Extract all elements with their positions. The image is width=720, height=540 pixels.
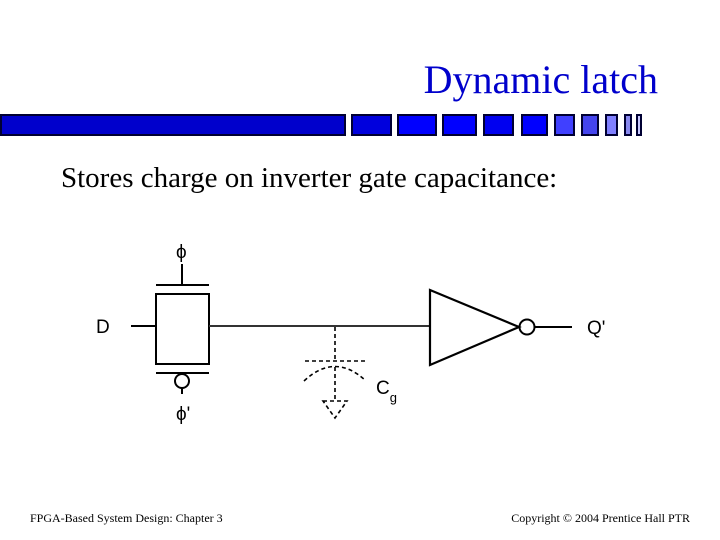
inversion-bubble-icon — [174, 373, 190, 389]
cap-label-main: C — [376, 378, 390, 399]
input-label-d: D — [96, 317, 110, 338]
cap-label-subscript: g — [390, 390, 397, 405]
inverter — [428, 288, 572, 367]
dynamic-latch-schematic: D ϕ ϕ' Cg Q' — [96, 242, 605, 425]
transmission-gate — [155, 264, 210, 394]
cap-label: Cg — [376, 378, 397, 405]
footer-copyright: Copyright © 2004 Prentice Hall PTR — [511, 511, 690, 525]
clock-bar-label: ϕ' — [176, 404, 190, 425]
clock-label: ϕ — [176, 242, 187, 263]
pass-gate-body — [155, 293, 210, 365]
ground-icon — [321, 400, 349, 420]
inverter-triangle — [428, 288, 522, 367]
footer-chapter: FPGA-Based System Design: Chapter 3 — [30, 511, 223, 525]
gate-capacitance — [303, 327, 367, 420]
output-label: Q' — [587, 318, 605, 339]
